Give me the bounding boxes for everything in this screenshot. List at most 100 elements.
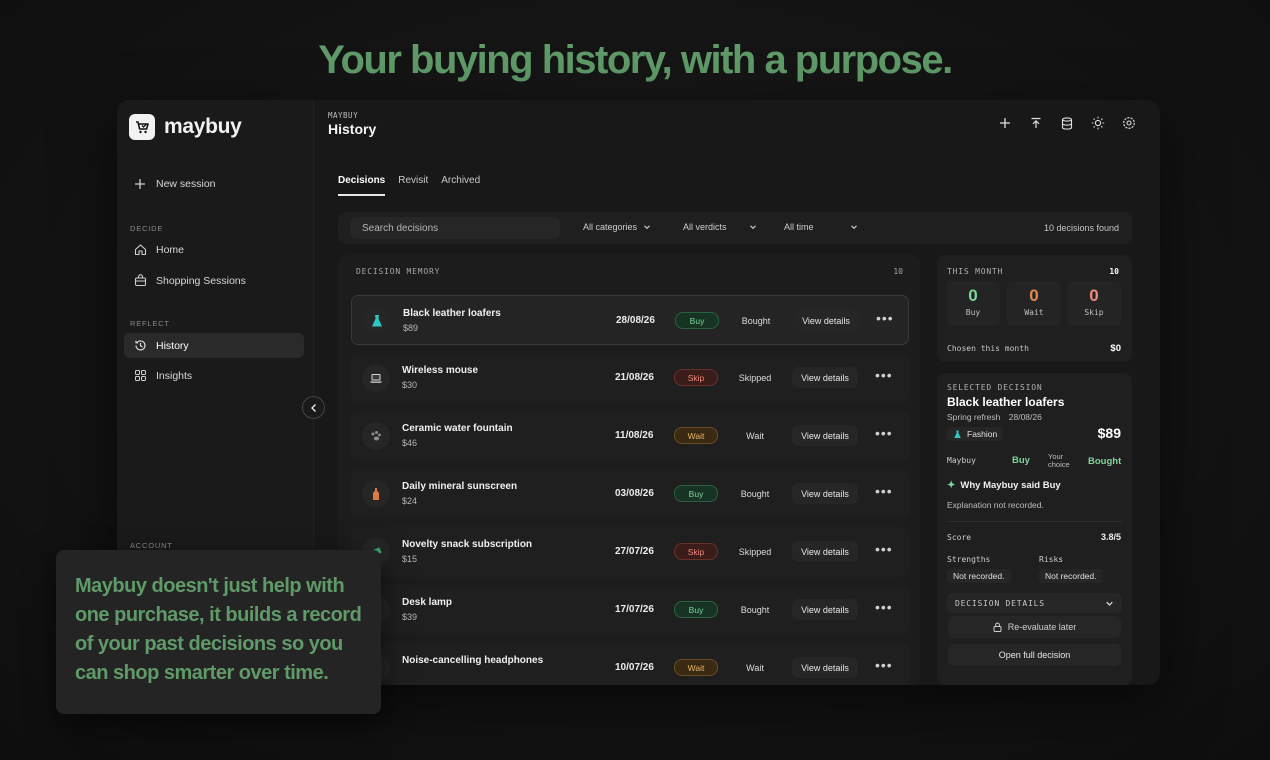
sidebar-item-insights[interactable]: Insights xyxy=(124,363,304,388)
strengths-label: Strengths xyxy=(947,555,991,564)
decision-row[interactable]: Novelty snack subscription $15 27/07/26 … xyxy=(351,527,909,577)
verdict-badge: Buy xyxy=(675,312,719,329)
gear-icon[interactable] xyxy=(1120,114,1138,132)
row-name: Wireless mouse xyxy=(402,365,479,376)
this-month-label: THIS MONTH xyxy=(947,267,1004,276)
paw-icon xyxy=(362,422,390,450)
stat-skip-label: Skip xyxy=(1084,308,1104,317)
view-details-button[interactable]: View details xyxy=(792,367,858,388)
chosen-label: Chosen this month xyxy=(947,344,1029,353)
category-dropdown[interactable]: All categories xyxy=(583,222,651,232)
collapse-sidebar-button[interactable] xyxy=(302,396,325,419)
verdict-badge: Skip xyxy=(674,543,718,560)
stat-wait-label: Wait xyxy=(1024,308,1044,317)
row-date: 27/07/26 xyxy=(615,546,654,557)
stat-skip-value: 0 xyxy=(1089,286,1099,305)
filter-bar: All categories All verdicts All time 10 … xyxy=(338,212,1132,244)
selected-decision-card: SELECTED DECISION Black leather loafers … xyxy=(937,373,1132,685)
open-full-decision-button[interactable]: Open full decision xyxy=(948,644,1121,666)
row-status: Skipped xyxy=(738,373,772,383)
decision-row[interactable]: Daily mineral sunscreen $24 03/08/26 Buy… xyxy=(351,469,909,519)
selected-meta: Spring refresh 28/08/26 xyxy=(947,412,1042,422)
decision-memory-count: 10 xyxy=(893,267,903,276)
time-dropdown[interactable]: All time xyxy=(784,222,858,232)
decision-memory-panel: DECISION MEMORY 10 Black leather loafers… xyxy=(338,255,920,685)
plus-icon[interactable] xyxy=(996,114,1014,132)
decision-row[interactable]: Desk lamp $39 17/07/26 Buy Bought View d… xyxy=(351,585,909,635)
more-options-button[interactable]: ••• xyxy=(875,541,893,557)
maybuy-verdict: Buy xyxy=(1012,455,1030,466)
decision-row[interactable]: Noise-cancelling headphones 10/07/26 Wai… xyxy=(351,643,909,685)
row-date: 11/08/26 xyxy=(615,430,654,441)
breadcrumb: MAYBUY xyxy=(328,111,359,120)
verdict-badge: Wait xyxy=(674,427,718,444)
row-price: $24 xyxy=(402,496,418,506)
cart-logo-icon xyxy=(129,114,155,140)
feature-callout-text: Maybuy doesn't just help with one purcha… xyxy=(75,575,362,684)
header-actions xyxy=(996,114,1138,132)
view-details-button[interactable]: View details xyxy=(792,599,858,620)
verdict-dropdown[interactable]: All verdicts xyxy=(683,222,757,232)
new-session-button[interactable]: New session xyxy=(124,171,304,196)
database-icon[interactable] xyxy=(1058,114,1076,132)
stat-buy-value: 0 xyxy=(968,286,978,305)
section-reflect: REFLECT xyxy=(130,319,170,328)
row-price: $89 xyxy=(403,323,419,333)
sparkle-icon: ✦ xyxy=(947,480,956,491)
more-options-button[interactable]: ••• xyxy=(875,367,893,383)
reevaluate-later-button[interactable]: Re-evaluate later xyxy=(948,616,1121,638)
this-month-card: THIS MONTH 10 0 Buy 0 Wait 0 Skip Chosen… xyxy=(937,255,1132,362)
sidebar-item-label: Shopping Sessions xyxy=(156,274,246,287)
chevron-down-icon xyxy=(850,225,857,230)
chevron-down-icon xyxy=(749,225,756,230)
row-status: Wait xyxy=(746,431,764,441)
chevron-down-icon xyxy=(644,225,650,230)
dress-icon xyxy=(363,307,391,335)
category-label: Fashion xyxy=(967,429,998,439)
more-options-button[interactable]: ••• xyxy=(876,310,894,326)
selected-date: 28/08/26 xyxy=(1008,412,1042,422)
row-price: $46 xyxy=(402,438,418,448)
sidebar-item-history[interactable]: History xyxy=(124,333,304,358)
view-details-button[interactable]: View details xyxy=(792,425,858,446)
view-details-button[interactable]: View details xyxy=(792,541,858,562)
your-choice-value: Bought xyxy=(1088,456,1122,467)
decision-details-toggle[interactable]: DECISION DETAILS xyxy=(947,593,1122,613)
score-label: Score xyxy=(947,533,972,542)
row-name: Novelty snack subscription xyxy=(402,539,533,550)
more-options-button[interactable]: ••• xyxy=(875,483,893,499)
chevron-left-icon xyxy=(310,403,316,412)
sun-icon[interactable] xyxy=(1089,114,1107,132)
stat-wait: 0 Wait xyxy=(1007,281,1061,326)
row-name: Desk lamp xyxy=(402,597,453,608)
results-count: 10 decisions found xyxy=(1043,223,1119,233)
new-session-label: New session xyxy=(156,177,216,190)
strengths-value: Not recorded. xyxy=(947,569,1011,583)
row-status: Bought xyxy=(741,316,771,326)
view-details-button[interactable]: View details xyxy=(793,310,859,331)
sidebar-item-label: Home xyxy=(156,243,185,256)
more-options-button[interactable]: ••• xyxy=(875,657,893,673)
row-date: 03/08/26 xyxy=(615,488,654,499)
search-input[interactable] xyxy=(350,217,560,239)
decision-row[interactable]: Ceramic water fountain $46 11/08/26 Wait… xyxy=(351,411,909,461)
tab-decisions[interactable]: Decisions xyxy=(338,175,386,196)
decision-row[interactable]: Wireless mouse $30 21/08/26 Skip Skipped… xyxy=(351,353,909,403)
sidebar-item-shopping-sessions[interactable]: Shopping Sessions xyxy=(124,268,304,293)
decision-row[interactable]: Black leather loafers $89 28/08/26 Buy B… xyxy=(351,295,909,345)
verdict-badge: Buy xyxy=(674,485,718,502)
upload-icon[interactable] xyxy=(1027,114,1045,132)
more-options-button[interactable]: ••• xyxy=(875,599,893,615)
sidebar-item-label: Insights xyxy=(156,369,193,382)
history-icon xyxy=(133,339,147,353)
tab-bar: Decisions Revisit Archived xyxy=(338,175,480,196)
row-price: $30 xyxy=(402,380,418,390)
view-details-button[interactable]: View details xyxy=(792,483,858,504)
more-options-button[interactable]: ••• xyxy=(875,425,893,441)
bag-icon xyxy=(133,274,147,288)
tab-archived[interactable]: Archived xyxy=(441,175,480,196)
view-details-button[interactable]: View details xyxy=(792,657,858,678)
brand[interactable]: maybuy xyxy=(129,114,242,140)
sidebar-item-home[interactable]: Home xyxy=(124,237,304,262)
tab-revisit[interactable]: Revisit xyxy=(398,175,428,196)
